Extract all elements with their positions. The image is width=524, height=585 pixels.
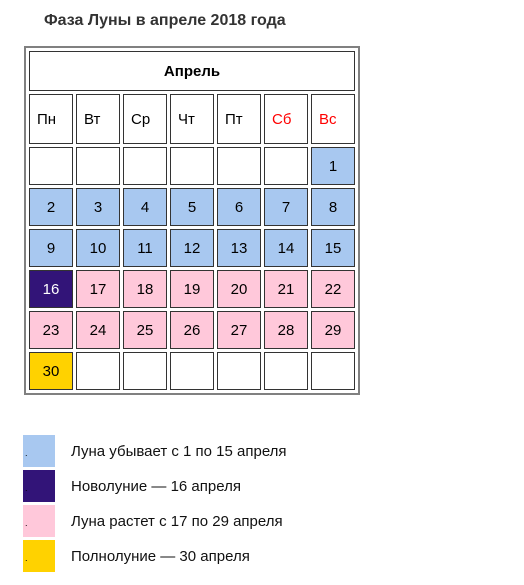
legend-item: . Луна убывает с 1 по 15 апреля bbox=[23, 435, 287, 467]
legend-label: Новолуние — 16 апреля bbox=[71, 477, 241, 495]
empty-cell bbox=[264, 147, 308, 185]
day-cell: 28 bbox=[264, 311, 308, 349]
empty-cell bbox=[123, 147, 167, 185]
empty-cell bbox=[311, 352, 355, 390]
legend-item: . Новолуние — 16 апреля bbox=[23, 470, 287, 502]
day-cell: 20 bbox=[217, 270, 261, 308]
day-cell: 8 bbox=[311, 188, 355, 226]
day-cell: 11 bbox=[123, 229, 167, 267]
day-cell: 1 bbox=[311, 147, 355, 185]
week-row: 1 bbox=[29, 147, 355, 185]
day-cell: 16 bbox=[29, 270, 73, 308]
empty-cell bbox=[170, 147, 214, 185]
week-row: 9 10 11 12 13 14 15 bbox=[29, 229, 355, 267]
day-cell: 5 bbox=[170, 188, 214, 226]
empty-cell bbox=[123, 352, 167, 390]
day-cell: 29 bbox=[311, 311, 355, 349]
swatch-marker: . bbox=[25, 553, 28, 563]
week-row: 30 bbox=[29, 352, 355, 390]
month-header: Апрель bbox=[29, 51, 355, 91]
weekday-header: Вс bbox=[311, 94, 355, 144]
weekday-header: Сб bbox=[264, 94, 308, 144]
swatch-marker: . bbox=[25, 518, 28, 528]
legend-item: . Луна растет с 17 по 29 апреля bbox=[23, 505, 287, 537]
legend-swatch: . bbox=[23, 540, 55, 572]
weekday-header: Пт bbox=[217, 94, 261, 144]
legend: . Луна убывает с 1 по 15 апреля. Новолуние… bbox=[23, 435, 287, 575]
empty-cell bbox=[29, 147, 73, 185]
legend-swatch: . bbox=[23, 435, 55, 467]
day-cell: 3 bbox=[76, 188, 120, 226]
legend-swatch: . bbox=[23, 470, 55, 502]
week-row: 23 24 25 26 27 28 29 bbox=[29, 311, 355, 349]
day-cell: 15 bbox=[311, 229, 355, 267]
legend-label: Луна убывает с 1 по 15 апреля bbox=[71, 442, 287, 460]
swatch-marker: . bbox=[25, 448, 28, 458]
weekday-header: Пн bbox=[29, 94, 73, 144]
empty-cell bbox=[264, 352, 308, 390]
week-row: 16 17 18 19 20 21 22 bbox=[29, 270, 355, 308]
empty-cell bbox=[170, 352, 214, 390]
day-cell: 10 bbox=[76, 229, 120, 267]
week-row: 2345678 bbox=[29, 188, 355, 226]
page-title: Фаза Луны в апреле 2018 года bbox=[44, 12, 286, 29]
day-cell: 7 bbox=[264, 188, 308, 226]
moon-calendar: Апрель Пн Вт Ср Чт Пт Сб Вс 1 2 3 4 5 6 7 8 9 10 11 12 13 14… bbox=[24, 46, 360, 395]
day-cell: 25 bbox=[123, 311, 167, 349]
day-cell: 19 bbox=[170, 270, 214, 308]
day-cell: 4 bbox=[123, 188, 167, 226]
day-cell: 2 bbox=[29, 188, 73, 226]
day-cell: 9 bbox=[29, 229, 73, 267]
day-cell: 17 bbox=[76, 270, 120, 308]
legend-label: Полнолуние — 30 апреля bbox=[71, 547, 250, 565]
empty-cell bbox=[76, 147, 120, 185]
day-cell: 13 bbox=[217, 229, 261, 267]
day-cell: 23 bbox=[29, 311, 73, 349]
day-cell: 30 bbox=[29, 352, 73, 390]
legend-label: Луна растет с 17 по 29 апреля bbox=[71, 512, 283, 530]
day-cell: 26 bbox=[170, 311, 214, 349]
weekday-header: Ср bbox=[123, 94, 167, 144]
day-cell: 18 bbox=[123, 270, 167, 308]
day-cell: 14 bbox=[264, 229, 308, 267]
empty-cell bbox=[76, 352, 120, 390]
legend-swatch: . bbox=[23, 505, 55, 537]
weekday-header: Чт bbox=[170, 94, 214, 144]
swatch-marker: . bbox=[25, 483, 28, 493]
day-cell: 24 bbox=[76, 311, 120, 349]
day-cell: 27 bbox=[217, 311, 261, 349]
day-cell: 12 bbox=[170, 229, 214, 267]
day-cell: 22 bbox=[311, 270, 355, 308]
legend-item: . Полнолуние — 30 апреля bbox=[23, 540, 287, 572]
day-cell: 6 bbox=[217, 188, 261, 226]
weekday-header: Вт bbox=[76, 94, 120, 144]
day-cell: 21 bbox=[264, 270, 308, 308]
empty-cell bbox=[217, 352, 261, 390]
empty-cell bbox=[217, 147, 261, 185]
